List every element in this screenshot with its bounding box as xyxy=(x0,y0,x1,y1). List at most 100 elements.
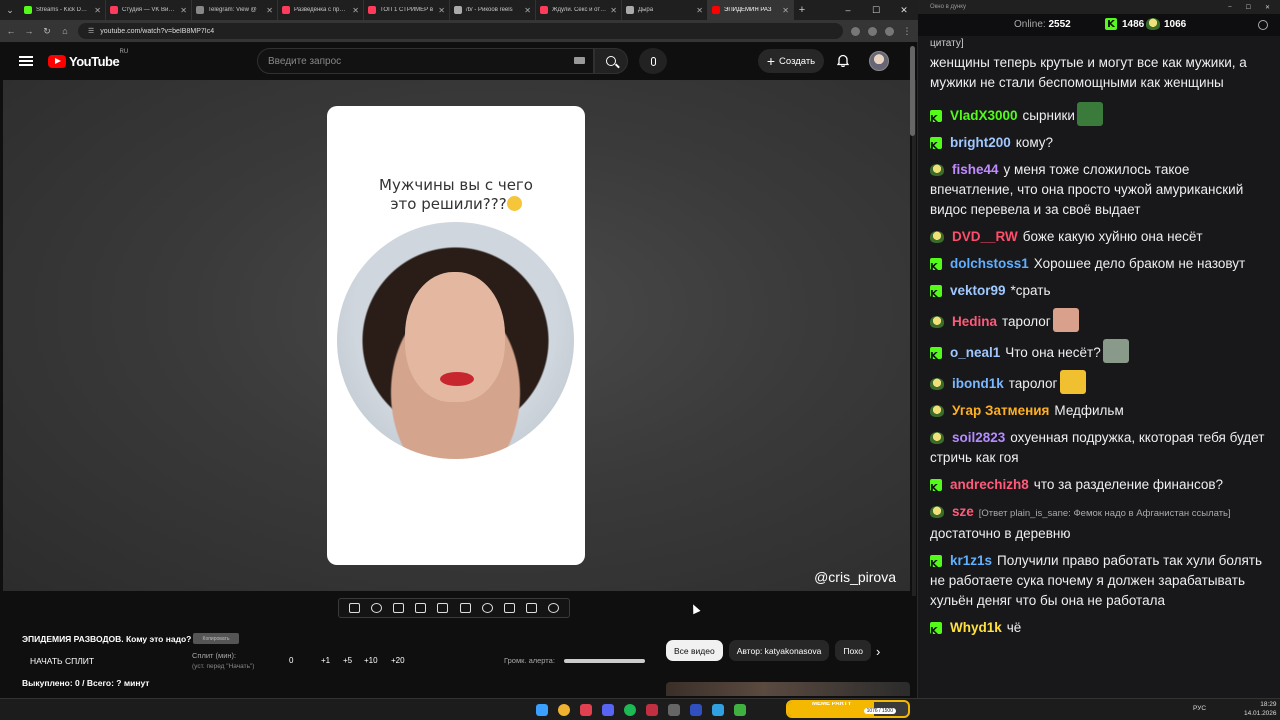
search-input[interactable]: Введите запрос xyxy=(257,48,594,74)
home-icon[interactable]: ⌂ xyxy=(60,26,70,36)
account-avatar[interactable] xyxy=(869,51,889,71)
chip-author[interactable]: Автор: katyakonasova xyxy=(728,640,830,661)
start-menu-icon[interactable] xyxy=(536,704,548,716)
keyboard-icon[interactable] xyxy=(574,57,585,64)
chevron-right-icon[interactable]: › xyxy=(876,644,880,659)
browser-tab[interactable]: ТОП 1 СТРИМЕР в ✕ xyxy=(364,0,450,20)
chat-username[interactable]: soil2823 xyxy=(952,430,1005,445)
start-split-button[interactable]: НАЧАТЬ СПЛИТ xyxy=(30,656,94,666)
page-scrollbar[interactable] xyxy=(912,80,916,596)
clock[interactable]: 18:29 14.01.2026 xyxy=(1244,700,1277,718)
browser-tab[interactable]: ЭПИДЕМИЯ РАЗ ✕ xyxy=(708,0,794,20)
app-icon[interactable] xyxy=(580,704,592,716)
browser-tab[interactable]: Дыра ✕ xyxy=(622,0,708,20)
close-icon[interactable]: ✕ xyxy=(890,5,918,16)
chat-username[interactable]: Whyd1k xyxy=(950,620,1002,635)
chip-similar[interactable]: Похо xyxy=(835,640,871,661)
chat-username[interactable]: DVD__RW xyxy=(952,229,1018,244)
related-video-thumbnail[interactable] xyxy=(666,682,910,696)
app-icon[interactable] xyxy=(734,704,746,716)
meme-party-widget[interactable]: MEME PARTY 1076 / 1500 xyxy=(786,700,910,718)
tab-close-icon[interactable]: ✕ xyxy=(180,6,187,15)
extension-icon[interactable] xyxy=(868,26,877,36)
app-icon[interactable] xyxy=(690,704,702,716)
tab-close-icon[interactable]: ✕ xyxy=(94,6,101,15)
settings-gear-icon[interactable] xyxy=(548,603,560,613)
chrome-icon[interactable] xyxy=(558,704,570,716)
youtube-logo[interactable]: YouTube RU xyxy=(48,49,128,69)
chat-username[interactable]: o_neal1 xyxy=(950,345,1000,360)
tab-search-button[interactable]: ⌄ xyxy=(0,0,20,20)
url-field[interactable]: ☰ youtube.com/watch?v=beIB8MP7Ic4 xyxy=(78,23,843,39)
app-icon[interactable] xyxy=(668,704,680,716)
chat-username[interactable]: kr1z1s xyxy=(950,553,992,568)
keyboard-language[interactable]: РУС xyxy=(1193,705,1206,712)
add-20-button[interactable]: +20 xyxy=(391,656,405,665)
telegram-icon[interactable] xyxy=(712,704,724,716)
minimize-icon[interactable]: – xyxy=(834,5,862,16)
add-10-button[interactable]: +10 xyxy=(364,656,378,665)
voice-search-button[interactable] xyxy=(639,48,667,74)
chat-username[interactable]: ibond1k xyxy=(952,376,1004,391)
app-icon[interactable] xyxy=(646,704,658,716)
chat-settings-icon[interactable] xyxy=(1258,20,1268,30)
chat-username[interactable]: vektor99 xyxy=(950,283,1006,298)
chat-username[interactable]: sze xyxy=(952,504,974,519)
broadcast-icon[interactable] xyxy=(370,603,382,613)
playlist-icon[interactable] xyxy=(392,603,404,613)
browser-tab[interactable]: Telegram: View @ ✕ xyxy=(192,0,278,20)
new-tab-button[interactable]: + xyxy=(794,4,810,16)
extension-icon[interactable] xyxy=(851,26,860,36)
scroll-thumb[interactable] xyxy=(910,46,915,136)
tab-close-icon[interactable]: ✕ xyxy=(438,6,445,15)
browser-tab[interactable]: Разведёнка с прицеп ✕ xyxy=(278,0,364,20)
chat-username[interactable]: andrechizh8 xyxy=(950,477,1029,492)
theater-icon[interactable] xyxy=(459,603,471,613)
video-player[interactable]: Мужчины вы с чего это решили??? @cris_pi… xyxy=(3,80,910,591)
browser-tab[interactable]: Streams - Kick Dashb ✕ xyxy=(20,0,106,20)
tab-close-icon[interactable]: ✕ xyxy=(266,6,273,15)
speed-icon[interactable] xyxy=(481,603,493,613)
screenshot-icon[interactable] xyxy=(526,603,538,613)
maximize-icon[interactable]: ☐ xyxy=(862,5,890,16)
chat-username[interactable]: fishe44 xyxy=(952,162,999,177)
menu-dots-icon[interactable]: ⋮ xyxy=(902,26,912,37)
copy-button[interactable]: Копировать xyxy=(193,633,239,644)
picture-in-picture-icon[interactable] xyxy=(437,603,449,613)
browser-tab[interactable]: Ждули. Секс и отно ✕ xyxy=(536,0,622,20)
back-icon[interactable]: ← xyxy=(6,26,16,36)
tab-close-icon[interactable]: ✕ xyxy=(524,6,531,15)
maximize-icon[interactable]: ☐ xyxy=(1246,4,1251,11)
create-button[interactable]: + Создать xyxy=(758,49,824,73)
tab-close-icon[interactable]: ✕ xyxy=(696,6,703,15)
notifications-bell-icon[interactable] xyxy=(837,54,849,67)
search-button[interactable] xyxy=(594,48,628,74)
forward-icon[interactable]: → xyxy=(24,26,34,36)
minimize-icon[interactable]: – xyxy=(1228,4,1231,11)
discord-icon[interactable] xyxy=(602,704,614,716)
tab-close-icon[interactable]: ✕ xyxy=(782,6,789,15)
spotify-icon[interactable] xyxy=(624,704,636,716)
close-icon[interactable]: ✕ xyxy=(1265,4,1270,11)
tab-close-icon[interactable]: ✕ xyxy=(610,6,617,15)
chat-username[interactable]: bright200 xyxy=(950,135,1011,150)
add-5-button[interactable]: +5 xyxy=(343,656,352,665)
chat-username[interactable]: VladX3000 xyxy=(950,108,1018,123)
split-value[interactable]: 0 xyxy=(289,656,293,665)
profile-icon[interactable] xyxy=(885,26,894,36)
site-info-icon[interactable]: ☰ xyxy=(88,27,94,35)
tab-close-icon[interactable]: ✕ xyxy=(352,6,359,15)
chat-username[interactable]: Угар Затмения xyxy=(952,403,1049,418)
add-clip-icon[interactable] xyxy=(503,603,515,613)
reload-icon[interactable]: ↻ xyxy=(42,26,52,37)
hamburger-menu-icon[interactable] xyxy=(19,56,33,66)
clapper-icon[interactable] xyxy=(415,603,427,613)
chat-username[interactable]: dolchstoss1 xyxy=(950,256,1029,271)
add-1-button[interactable]: +1 xyxy=(321,656,330,665)
alert-volume-slider[interactable] xyxy=(564,659,645,663)
browser-tab[interactable]: Студия — VK Видео ✕ xyxy=(106,0,192,20)
chip-all-videos[interactable]: Все видео xyxy=(666,640,723,661)
chat-username[interactable]: Hedina xyxy=(952,314,997,329)
loop-icon[interactable] xyxy=(348,603,360,613)
browser-tab[interactable]: /b/ - Рикоов reels ✕ xyxy=(450,0,536,20)
